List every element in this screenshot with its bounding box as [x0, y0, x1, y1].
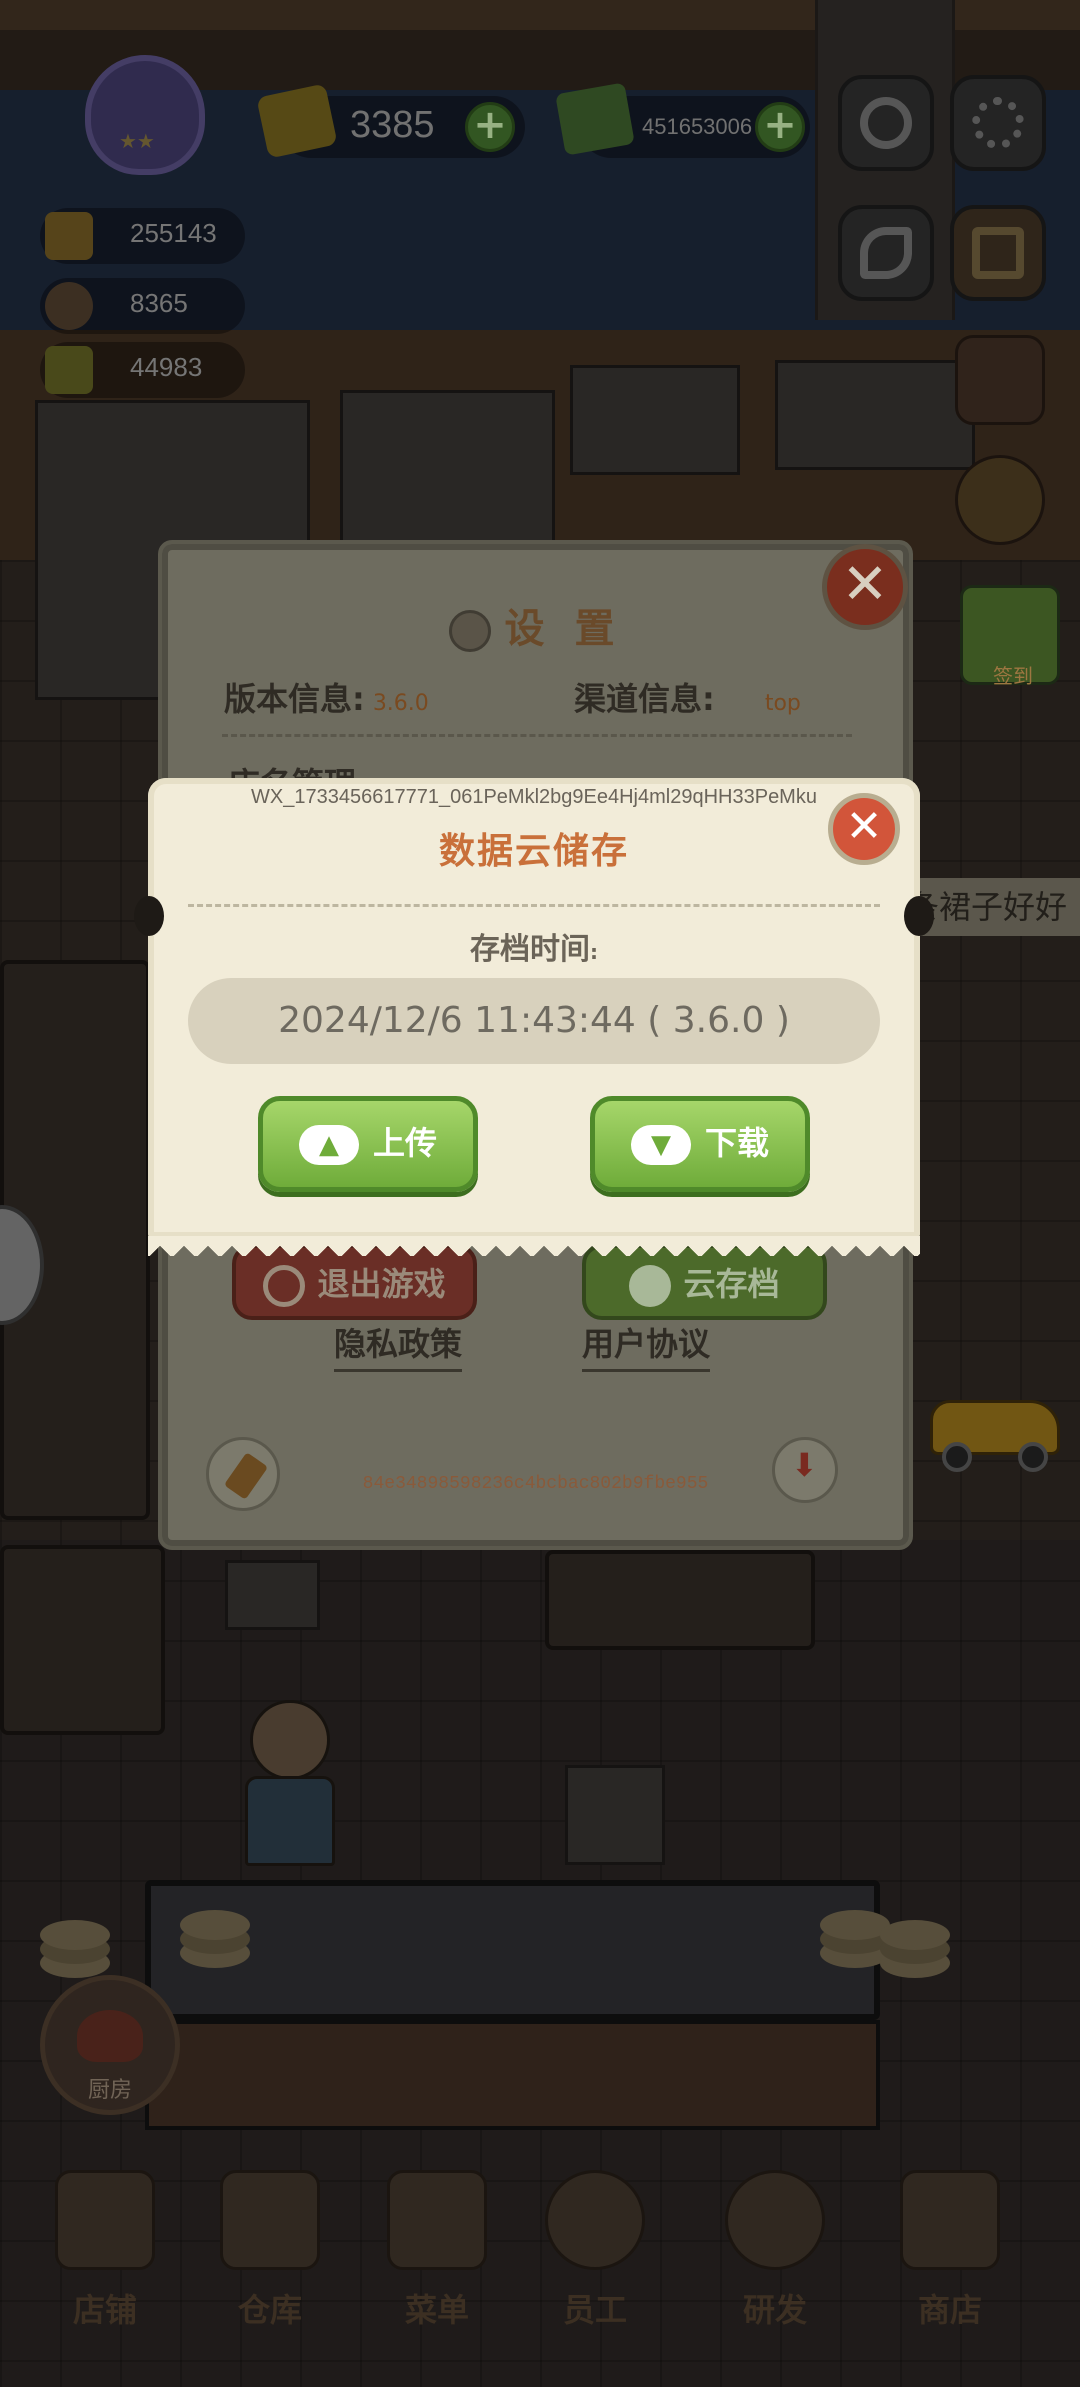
version-info: 版本信息: 3.6.0 — [224, 674, 429, 720]
channel-info: 渠道信息: top — [574, 674, 801, 720]
save-time-label: 存档时间: — [148, 924, 920, 968]
cloud-upload-icon — [629, 1265, 672, 1307]
user-id: WX_1733456617771_061PeMkl2bg9Ee4Hj4ml29q… — [251, 786, 817, 808]
settings-title: 设 置 — [162, 596, 909, 654]
power-icon — [263, 1265, 306, 1307]
dialog-title: 数据云储存 — [438, 831, 629, 872]
upload-button[interactable]: ▲ 上传 — [258, 1096, 478, 1192]
save-time-colon: : — [590, 940, 598, 964]
download-tray-icon[interactable] — [772, 1437, 838, 1503]
dialog-divider — [188, 904, 880, 907]
channel-label: 渠道信息: — [574, 680, 715, 718]
save-time-label-text: 存档时间 — [470, 932, 590, 967]
wrench-screwdriver-icon — [448, 610, 491, 652]
user-agreement-link[interactable]: 用户协议 — [582, 1319, 711, 1372]
settings-title-text: 设 置 — [504, 606, 623, 652]
cloud-save-label: 云存档 — [683, 1265, 780, 1303]
channel-value: top — [764, 691, 801, 716]
privacy-policy-link[interactable]: 隐私政策 — [334, 1319, 463, 1372]
dialog-close-button[interactable]: ✕ — [828, 793, 900, 865]
torn-edge — [148, 1236, 920, 1256]
download-label: 下载 — [704, 1124, 769, 1162]
upload-label: 上传 — [372, 1124, 437, 1162]
cloud-storage-dialog: WX_1733456617771_061PeMkl2bg9Ee4Hj4ml29q… — [134, 778, 934, 1256]
version-value: 3.6.0 — [372, 691, 429, 716]
divider — [222, 734, 852, 737]
save-time-value: 2024/12/6 11:43:44 ( 3.6.0 ) — [188, 978, 880, 1064]
version-label: 版本信息: — [224, 680, 365, 718]
cloud-download-icon: ▼ — [630, 1125, 691, 1165]
settings-close-button[interactable]: ✕ — [822, 544, 908, 630]
exit-game-label: 退出游戏 — [317, 1265, 446, 1303]
cloud-upload-icon: ▲ — [298, 1125, 359, 1165]
download-button[interactable]: ▼ 下载 — [590, 1096, 810, 1192]
